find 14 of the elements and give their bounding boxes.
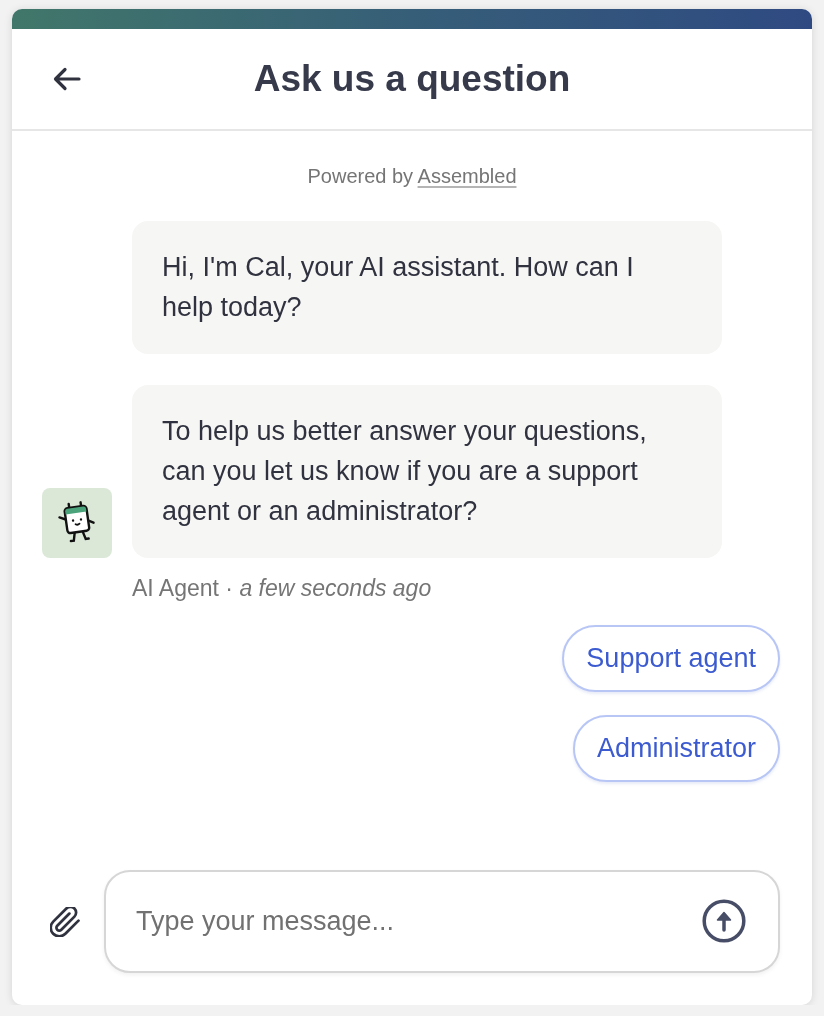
back-arrow-icon	[52, 66, 82, 92]
paperclip-icon	[50, 906, 80, 937]
message-meta-text: AI Agent · a few seconds ago	[132, 575, 432, 601]
chat-message-bubble: Hi, I'm Cal, your AI assistant. How can I help today?	[132, 221, 722, 354]
message-input-field[interactable]: Type your message...	[104, 870, 780, 973]
powered-by-text: Powered by Assembled	[306, 165, 518, 187]
chat-title: Ask us a question	[253, 58, 571, 100]
chat-message-bubble: To help us better answer your questions, can you let us know if you are a support agent or an administrator?	[132, 385, 722, 558]
back-button[interactable]	[52, 66, 82, 92]
attach-button[interactable]	[50, 906, 80, 937]
send-button[interactable]	[702, 899, 746, 943]
assembled-link[interactable]: Assembled	[417, 165, 517, 187]
quick-reply-button[interactable]: Administrator	[572, 715, 780, 782]
quick-reply-button[interactable]: Support agent	[562, 625, 780, 692]
